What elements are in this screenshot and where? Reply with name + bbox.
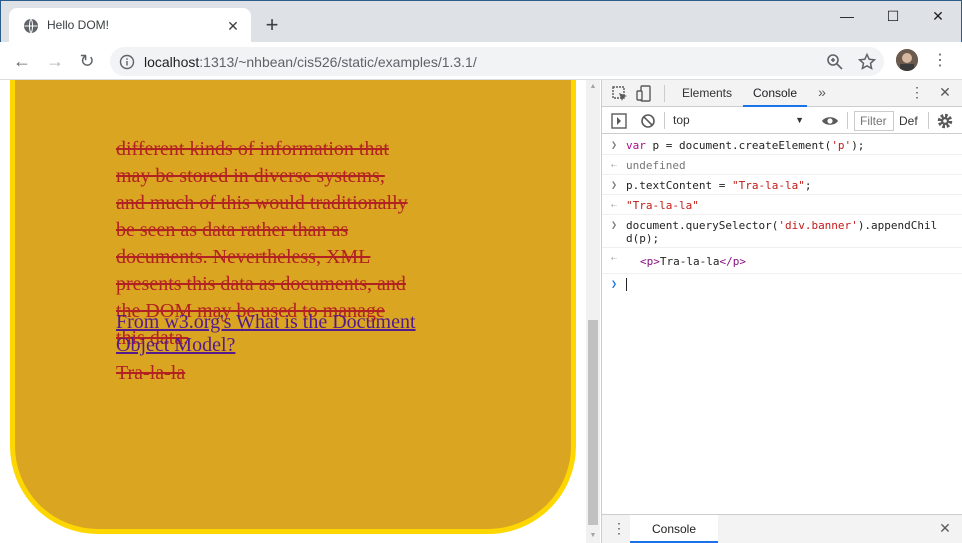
console-input-line: ❯ document.querySelector('div.banner').a… (602, 215, 962, 248)
result-arrow-icon: ⇠ (611, 253, 618, 264)
page-scrollbar[interactable]: ▲ ▼ (586, 80, 600, 543)
console-result-line: ⇠ "Tra-la-la" (602, 195, 962, 215)
gear-icon[interactable] (935, 111, 955, 131)
console-output[interactable]: ❯ var p = document.createElement('p'); ⇠… (602, 135, 962, 294)
page-viewport: different kinds of information that may b… (0, 80, 586, 543)
browser-tab[interactable]: Hello DOM! ✕ (9, 8, 251, 43)
globe-icon (24, 18, 38, 34)
console-toolbar: top ▼ Filter Def (602, 107, 962, 134)
address-bar[interactable]: localhost:1313/~nhbean/cis526/static/exa… (110, 47, 884, 76)
console-input-line: ❯ var p = document.createElement('p'); (602, 135, 962, 155)
input-chevron-icon: ❯ (611, 180, 618, 191)
clear-console-icon[interactable] (638, 111, 658, 131)
paragraph-line: presents this data as documents, and (116, 273, 406, 295)
tab-title: Hello DOM! (47, 18, 110, 32)
console-result-line: ⇠ undefined (602, 155, 962, 175)
separator (664, 112, 665, 129)
paragraph-line: be seen as data rather than as (116, 219, 349, 241)
drawer-close-icon[interactable]: ✕ (935, 520, 955, 537)
new-tab-button[interactable]: + (260, 14, 284, 38)
console-prompt[interactable]: ❯ (602, 274, 962, 294)
devtools-close-icon[interactable]: ✕ (935, 84, 955, 101)
text-caret (626, 278, 627, 291)
live-expression-eye-icon[interactable] (820, 111, 840, 131)
paragraph-line: different kinds of information that (116, 138, 389, 160)
console-result-line[interactable]: ⇠ <p>Tra-la-la</p> (602, 248, 962, 274)
devtools-tab-bar: Elements Console » ⋮ ✕ (602, 80, 962, 107)
tab-elements[interactable]: Elements (674, 80, 740, 107)
paragraph-line: documents. Nevertheless, XML (116, 246, 371, 268)
separator (928, 112, 929, 129)
profile-avatar[interactable] (896, 49, 918, 71)
avatar-image (896, 49, 918, 71)
device-toolbar-icon[interactable] (635, 84, 655, 104)
log-levels-dropdown[interactable]: Def (899, 111, 918, 131)
result-arrow-icon: ⇠ (611, 160, 618, 171)
minimize-button[interactable]: — (824, 1, 870, 31)
filter-input[interactable]: Filter (854, 111, 894, 131)
scroll-down-icon[interactable]: ▼ (586, 529, 600, 543)
tab-close-icon[interactable]: ✕ (223, 16, 243, 36)
separator (847, 112, 848, 129)
banner: different kinds of information that may b… (10, 80, 576, 534)
drawer-tab-console[interactable]: Console (630, 515, 718, 543)
paragraph-line: and much of this would traditionally (116, 192, 408, 214)
context-select[interactable]: top ▼ (673, 110, 806, 131)
zoom-icon[interactable] (824, 51, 846, 73)
input-chevron-icon: ❯ (611, 140, 618, 151)
added-paragraph: Tra-la-la (116, 362, 186, 384)
console-input-line: ❯ p.textContent = "Tra-la-la"; (602, 175, 962, 195)
back-button[interactable]: ← (9, 48, 35, 74)
console-drawer: ⋮ Console ✕ (602, 514, 962, 543)
prompt-chevron-icon: ❯ (611, 279, 618, 290)
tab-console[interactable]: Console (743, 80, 807, 107)
info-icon[interactable] (119, 54, 135, 70)
browser-toolbar: ← → ↻ localhost:1313/~nhbean/cis526/stat… (0, 42, 962, 80)
result-arrow-icon: ⇠ (611, 200, 618, 211)
devtools-panel: Elements Console » ⋮ ✕ top ▼ Filter Def (601, 80, 962, 543)
browser-menu-icon[interactable]: ⋮ (930, 50, 950, 72)
chevron-down-icon: ▼ (795, 115, 804, 125)
separator (664, 85, 665, 102)
drawer-menu-icon[interactable]: ⋮ (609, 520, 629, 537)
reload-button[interactable]: ↻ (74, 48, 100, 74)
devtools-menu-icon[interactable]: ⋮ (907, 84, 927, 101)
sidebar-toggle-icon[interactable] (609, 111, 629, 131)
element-node[interactable]: <p>Tra-la-la</p> (626, 255, 746, 268)
title-bar: Hello DOM! ✕ + — ☐ ✕ (0, 0, 962, 43)
scroll-thumb[interactable] (588, 320, 598, 525)
window-close-button[interactable]: ✕ (915, 1, 961, 31)
w3org-link[interactable]: From w3.org's What is the Document Objec… (116, 311, 476, 357)
bookmark-star-icon[interactable] (856, 51, 878, 73)
url-text[interactable]: localhost:1313/~nhbean/cis526/static/exa… (144, 54, 477, 70)
forward-button[interactable]: → (42, 48, 68, 74)
inspect-element-icon[interactable] (610, 84, 630, 104)
scroll-up-icon[interactable]: ▲ (586, 80, 600, 94)
paragraph-line: may be stored in diverse systems, (116, 165, 385, 187)
input-chevron-icon: ❯ (611, 220, 618, 231)
more-tabs-icon[interactable]: » (812, 84, 832, 100)
maximize-button[interactable]: ☐ (870, 1, 916, 31)
